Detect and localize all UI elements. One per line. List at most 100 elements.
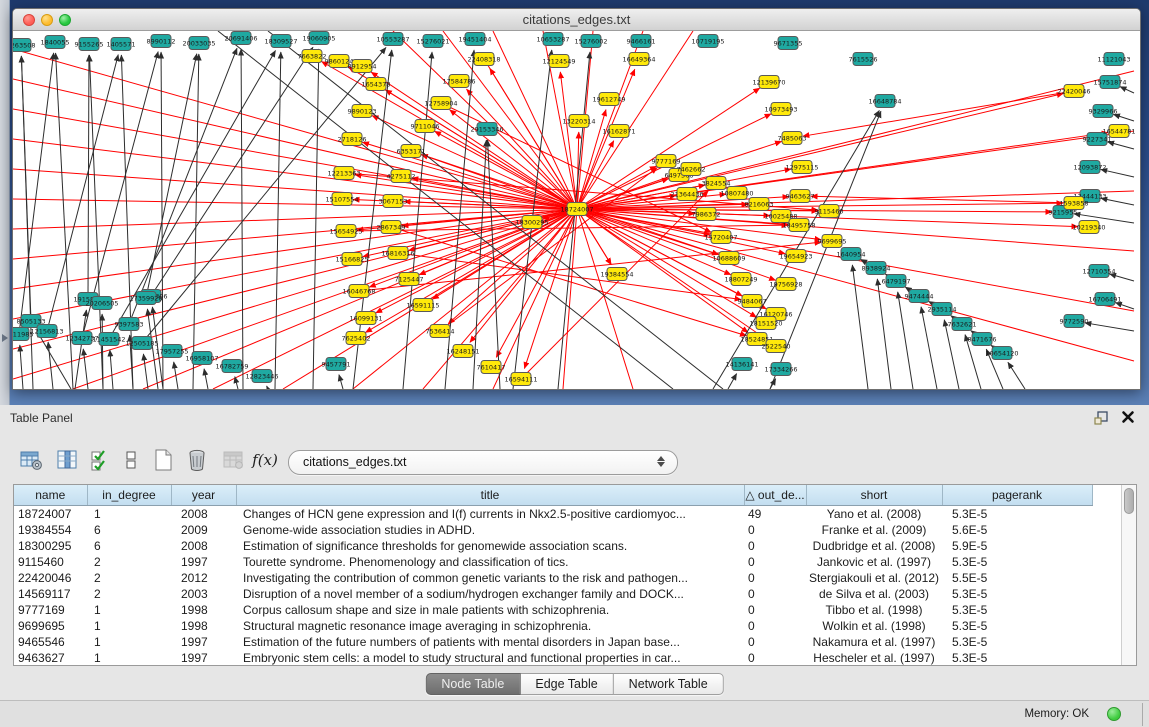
graph-node[interactable]: 16591115	[406, 299, 439, 312]
graph-node[interactable]: 8216063	[745, 198, 774, 211]
table-row[interactable]: 911546021997Tourette syndrome. Phenomeno…	[14, 554, 1092, 570]
graph-node[interactable]: 13220314	[562, 115, 595, 128]
graph-node[interactable]: 12975115	[785, 161, 818, 174]
graph-node[interactable]: 1405571	[107, 38, 136, 51]
graph-node[interactable]: 2935114	[928, 303, 957, 316]
graph-node[interactable]: 16782759	[215, 360, 248, 373]
graph-node[interactable]: 12710354	[1082, 265, 1115, 278]
graph-node[interactable]: 20691406	[224, 32, 257, 45]
graph-node[interactable]: 9329966	[1089, 105, 1118, 118]
tab-network-table[interactable]: Network Table	[614, 673, 724, 695]
graph-node[interactable]: 20033035	[182, 37, 215, 50]
graph-node[interactable]: 9772590	[1060, 315, 1089, 328]
window-titlebar[interactable]: citations_edges.txt	[13, 9, 1140, 31]
graph-node[interactable]: 17334266	[764, 363, 797, 376]
graph-node[interactable]: 9474444	[905, 290, 934, 303]
column-header[interactable]: △ out_de...	[744, 485, 806, 505]
graph-node[interactable]: 15166825	[335, 253, 368, 266]
graph-node[interactable]: 15276021	[416, 35, 449, 48]
graph-node[interactable]: 1640954	[837, 248, 866, 261]
select-columns-button[interactable]	[54, 447, 80, 473]
graph-node[interactable]: 12758904	[424, 97, 457, 110]
graph-node[interactable]: 19384554	[600, 268, 633, 281]
graph-node[interactable]: 9463627	[786, 190, 815, 203]
graph-node[interactable]: 1654378	[362, 78, 391, 91]
table-row[interactable]: 1938455462009Genome-wide association stu…	[14, 522, 1092, 538]
graph-node[interactable]: 10219340	[1072, 221, 1105, 234]
graph-node[interactable]: 9890123	[348, 105, 377, 118]
graph-node[interactable]: 15720407	[704, 231, 737, 244]
graph-node[interactable]: 16648784	[868, 95, 901, 108]
graph-node[interactable]: 16594111	[504, 373, 537, 386]
graph-node[interactable]: 8938924	[862, 262, 891, 275]
graph-node[interactable]: 10553287	[376, 33, 409, 46]
function-builder-button[interactable]: f(x)	[252, 447, 278, 473]
graph-node[interactable]: 7663822	[298, 50, 327, 63]
table-row[interactable]: 946362711997Embryonic stem cells: a mode…	[14, 650, 1092, 666]
graph-node[interactable]: 9115460	[815, 205, 844, 218]
graph-node[interactable]: 7986372	[692, 208, 721, 221]
tab-edge-table[interactable]: Edge Table	[520, 673, 613, 695]
graph-node[interactable]: 12139670	[752, 76, 785, 89]
network-canvas[interactable]: 2263508 1840055 91552651405571 8990112 20033…	[13, 31, 1140, 389]
graph-node[interactable]: 22420046	[1057, 85, 1090, 98]
graph-node[interactable]: 7615526	[849, 53, 878, 66]
delete-column-button[interactable]	[184, 447, 210, 473]
column-header[interactable]: short	[806, 485, 942, 505]
graph-node[interactable]: 15107554	[325, 193, 358, 206]
graph-node[interactable]: 16649364	[622, 53, 655, 66]
tab-node-table[interactable]: Node Table	[425, 673, 520, 695]
graph-node[interactable]: 1593858	[1060, 197, 1089, 210]
graph-node[interactable]: 15654925	[329, 225, 362, 238]
graph-node[interactable]: 2718126	[338, 133, 367, 146]
graph-node[interactable]: 7632621	[948, 318, 977, 331]
graph-node[interactable]: 19451404	[458, 33, 491, 46]
graph-node[interactable]: 9711046	[411, 120, 440, 133]
graph-node[interactable]: 19060905	[302, 32, 335, 45]
table-selector-combobox[interactable]: citations_edges.txt	[288, 450, 678, 475]
graph-node[interactable]: 9155265	[75, 38, 104, 51]
graph-node[interactable]: 8990112	[147, 35, 176, 48]
table-row[interactable]: 1456911722003Disruption of a novel membe…	[14, 586, 1092, 602]
column-header[interactable]: title	[236, 485, 744, 505]
graph-node[interactable]: 6353171	[397, 145, 426, 158]
graph-node[interactable]: 17957255	[155, 345, 188, 358]
column-header[interactable]: in_degree	[87, 485, 171, 505]
graph-node[interactable]: 8912954	[348, 60, 377, 73]
graph-node[interactable]: 8471676	[968, 333, 997, 346]
column-header[interactable]: name	[14, 485, 87, 505]
graph-node[interactable]: 9671355	[774, 37, 803, 50]
table-row[interactable]: 1830029562008Estimation of significance …	[14, 538, 1092, 554]
graph-node[interactable]: 10973493	[764, 103, 797, 116]
close-panel-icon[interactable]	[1121, 410, 1135, 424]
graph-node[interactable]: 15751874	[1093, 76, 1126, 89]
graph-node[interactable]: 12823446	[245, 370, 278, 383]
graph-node[interactable]: 16099131	[349, 312, 382, 325]
graph-node[interactable]: 3067153	[379, 195, 408, 208]
graph-node[interactable]: 7125447	[395, 273, 424, 286]
graph-node[interactable]: 18309527	[264, 35, 297, 48]
row-height-button[interactable]	[118, 447, 144, 473]
graph-node[interactable]: 15276002	[574, 35, 607, 48]
table-settings-button[interactable]	[18, 447, 44, 473]
graph-node[interactable]: 7462662	[677, 163, 706, 176]
table-row[interactable]: 1872400712008Changes of HCN gene express…	[14, 505, 1092, 522]
select-rows-checklist-button[interactable]	[88, 447, 114, 473]
table-row[interactable]: 946554611997Estimation of the future num…	[14, 634, 1092, 650]
table-vertical-scrollbar[interactable]	[1121, 485, 1136, 665]
table-row[interactable]: 977716911998Corpus callosum shape and si…	[14, 602, 1092, 618]
table-row[interactable]: 2242004622012Investigating the contribut…	[14, 570, 1092, 586]
graph-node[interactable]: 2867349	[377, 221, 406, 234]
float-panel-icon[interactable]	[1093, 410, 1109, 426]
graph-node[interactable]: 16958107	[185, 352, 218, 365]
graph-node[interactable]: 1840055	[41, 36, 70, 49]
graph-node[interactable]: 10654120	[985, 347, 1018, 360]
scrollbar-thumb[interactable]	[1124, 488, 1134, 514]
graph-node[interactable]: 16816316	[381, 247, 414, 260]
graph-node[interactable]: 10719195	[691, 35, 724, 48]
graph-node[interactable]: 2522540	[762, 340, 791, 353]
graph-node[interactable]: 2263508	[13, 39, 35, 52]
graph-node[interactable]: 7485063	[778, 132, 807, 145]
graph-node[interactable]: 12093872	[1073, 161, 1106, 174]
panel-collapse-arrow-icon[interactable]	[2, 334, 8, 342]
